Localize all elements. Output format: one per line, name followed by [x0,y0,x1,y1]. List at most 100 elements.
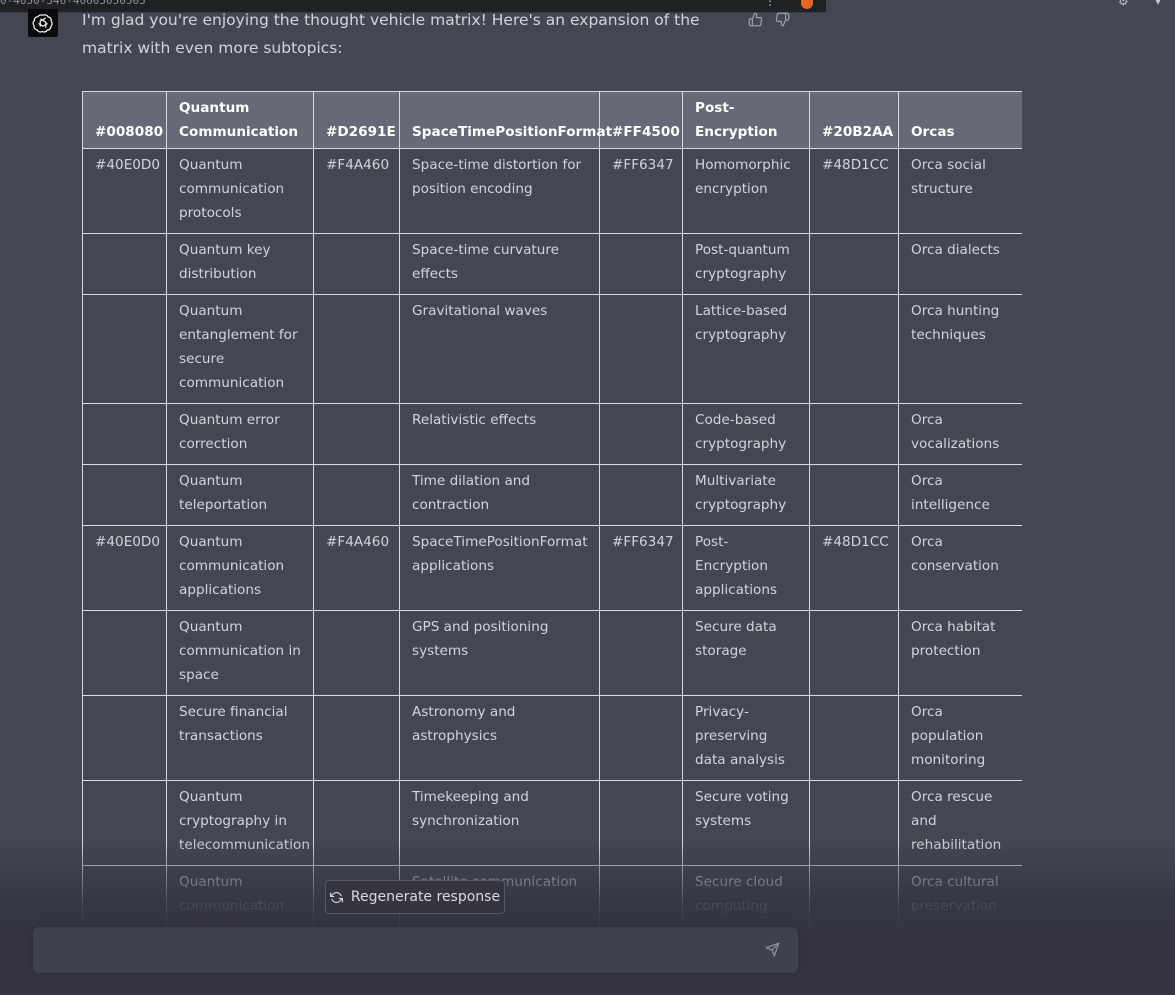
table-body: #40E0D0 Quantum communication protocols #F… [82,148,1022,943]
table-cell: Quantum key distribution [166,233,314,295]
table-cell: Quantum communication in space [166,610,314,696]
table-cell: Orca population monitoring [898,695,1022,781]
table-header-cell: #FF4500 [599,91,683,149]
table-cell [82,403,167,465]
table-cell: Space-time distortion for position encod… [399,148,600,234]
openai-logo-icon [32,14,53,33]
table-cell: Orca conservation [898,525,1022,611]
table-cell [82,294,167,404]
table-cell: #48D1CC [809,525,899,611]
table-cell: #FF6347 [599,148,683,234]
table-cell: Quantum communication protocols [166,148,314,234]
table-cell: Code-based cryptography [682,403,810,465]
table-cell [82,233,167,295]
table-cell: Post-Encryption applications [682,525,810,611]
matrix-table: #008080 Quantum Communication #D2691E Space… [82,91,1022,943]
send-icon [765,942,780,957]
table-cell: Orca social structure [898,148,1022,234]
regenerate-response-button[interactable]: Regenerate response [325,880,505,914]
table-header-cell: Orcas [898,91,1022,149]
table-cell [809,403,899,465]
table-cell: Secure voting systems [682,780,810,866]
assistant-avatar [28,9,58,37]
table-cell: Orca habitat protection [898,610,1022,696]
table-cell [599,780,683,866]
table-cell [82,695,167,781]
table-cell: Quantum communication applications [166,525,314,611]
table-cell: #48D1CC [809,148,899,234]
thumbs-down-button[interactable] [775,12,790,27]
send-button[interactable] [765,942,780,961]
table-header-cell: #D2691E [313,91,400,149]
extensions-icon[interactable]: ⚙ [1118,0,1129,8]
table-cell [599,294,683,404]
refresh-icon [329,891,343,903]
table-row: Quantum entanglement for secure communic… [82,294,1022,404]
table-cell: Quantum entanglement for secure communic… [166,294,314,404]
table-cell [599,464,683,526]
table-cell: Orca intelligence [898,464,1022,526]
table-cell: Space-time curvature effects [399,233,600,295]
table-cell [599,610,683,696]
table-cell: Orca cultural preservation [898,865,1022,943]
menu-icon[interactable]: ▾ [1155,0,1161,8]
table-cell: #40E0D0 [82,525,167,611]
thumbs-up-icon [748,12,763,27]
table-cell [809,695,899,781]
table-cell: Orca hunting techniques [898,294,1022,404]
table-cell: #F4A460 [313,148,400,234]
table-cell [809,780,899,866]
prompt-input[interactable] [47,927,751,975]
table-header-cell: #008080 [82,91,167,149]
table-cell: Orca vocalizations [898,403,1022,465]
table-cell: Lattice-based cryptography [682,294,810,404]
table-cell [809,610,899,696]
regenerate-label: Regenerate response [350,889,501,905]
table-cell: Quantum error correction [166,403,314,465]
table-cell [313,233,400,295]
table-cell [599,695,683,781]
table-row: Quantum cryptography in telecommunicatio… [82,780,1022,866]
assistant-message-text: I'm glad you're enjoying the thought veh… [82,11,700,57]
table-header-row: #008080 Quantum Communication #D2691E Space… [82,91,1022,149]
table-cell [82,780,167,866]
table-cell [809,294,899,404]
matrix-table-container: #008080 Quantum Communication #D2691E Space… [82,91,1022,943]
table-cell: Multivariate cryptography [682,464,810,526]
table-header-cell: #20B2AA [809,91,899,149]
table-cell: Secure financial transactions [166,695,314,781]
table-cell [599,233,683,295]
table-row: #40E0D0 Quantum communication application… [82,525,1022,611]
table-cell [809,865,899,943]
table-cell [313,695,400,781]
table-cell: Privacy-preserving data analysis [682,695,810,781]
table-cell: Orca dialects [898,233,1022,295]
brave-shield-icon[interactable] [801,0,813,9]
table-cell [809,233,899,295]
table-header-cell: Quantum Communication [166,91,314,149]
table-cell: Quantum cryptography in telecommunicatio… [166,780,314,866]
table-cell [82,610,167,696]
table-cell: Timekeeping and synchronization [399,780,600,866]
thumbs-up-button[interactable] [748,12,763,27]
table-cell: Quantum teleportation [166,464,314,526]
table-cell: Gravitational waves [399,294,600,404]
table-row: Quantum key distribution Space-time curva… [82,233,1022,295]
table-row: Quantum communication in space GPS and po… [82,610,1022,696]
table-cell [313,780,400,866]
table-cell [82,464,167,526]
table-cell: #F4A460 [313,525,400,611]
table-cell: Astronomy and astrophysics [399,695,600,781]
table-cell: #40E0D0 [82,148,167,234]
table-cell: SpaceTimePositionFormat applications [399,525,600,611]
table-cell [313,294,400,404]
thumbs-down-icon [775,12,790,27]
table-cell [313,403,400,465]
table-cell [809,464,899,526]
prompt-input-bar [33,927,798,975]
table-cell [599,403,683,465]
table-row: #40E0D0 Quantum communication protocols #F… [82,148,1022,234]
table-cell: Orca rescue and rehabilitation [898,780,1022,866]
table-cell: Homomorphic encryption [682,148,810,234]
kebab-menu-icon[interactable]: ⋮ [764,0,776,8]
